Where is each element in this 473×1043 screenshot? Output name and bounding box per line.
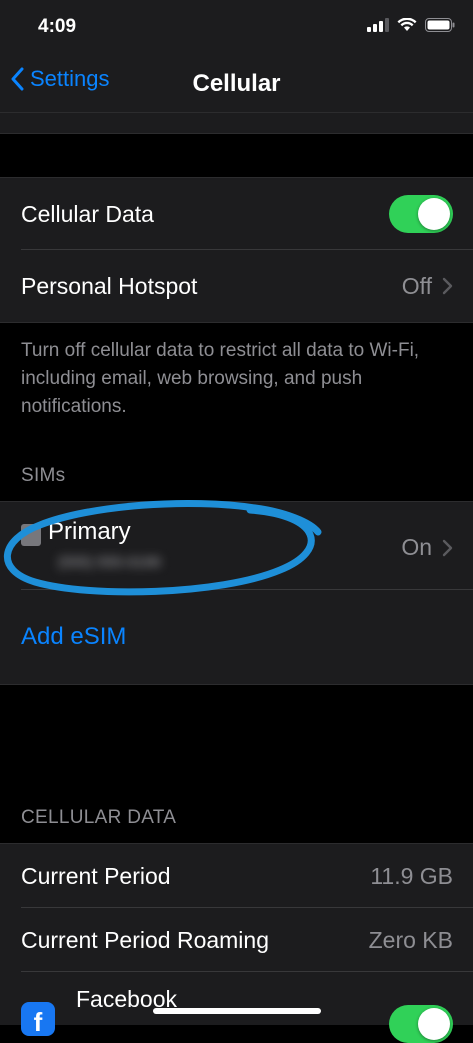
chevron-right-icon — [442, 277, 453, 295]
primary-sim-status: On — [401, 534, 453, 561]
add-esim-row[interactable]: Add eSIM — [0, 590, 473, 684]
chevron-right-icon — [442, 539, 453, 556]
toggle-knob — [418, 198, 450, 230]
page-title: Cellular — [192, 70, 281, 97]
primary-sim-label: Primary — [48, 518, 131, 545]
battery-icon — [425, 18, 455, 32]
top-strip — [0, 113, 473, 134]
current-period-row: Current Period 11.9 GB — [0, 844, 473, 908]
cellular-data-group: Cellular Data Personal Hotspot Off — [0, 177, 473, 323]
cellular-data-toggle[interactable] — [389, 195, 453, 233]
sims-section-header: SIMs — [21, 465, 66, 486]
status-bar: 4:09 — [0, 0, 473, 56]
cellular-data-footer: Turn off cellular data to restrict all d… — [21, 340, 420, 417]
cellular-data-row: Cellular Data — [0, 178, 473, 250]
cellular-usage-group: Current Period 11.9 GB Current Period Ro… — [0, 843, 473, 1043]
facebook-row: f Facebook — [0, 972, 473, 1043]
current-period-roaming-value: Zero KB — [368, 926, 453, 953]
home-indicator — [153, 1008, 321, 1014]
wifi-icon — [397, 18, 417, 31]
status-icons — [367, 18, 455, 32]
primary-sim-status-value: On — [401, 534, 432, 560]
navigation-bar: Settings Cellular — [0, 56, 473, 113]
primary-sim-number: (555) 555-0199 — [58, 554, 161, 571]
toggle-knob — [418, 1008, 450, 1040]
add-esim-button[interactable]: Add eSIM — [21, 623, 126, 651]
personal-hotspot-value: Off — [401, 272, 432, 299]
cellular-data-section-header: CELLULAR DATA — [21, 807, 177, 828]
cellular-data-label: Cellular Data — [21, 200, 154, 227]
current-period-roaming-row: Current Period Roaming Zero KB — [0, 908, 473, 972]
current-period-label: Current Period — [21, 862, 171, 889]
current-period-roaming-label: Current Period Roaming — [21, 926, 270, 953]
cellular-signal-icon — [367, 18, 389, 32]
current-period-value: 11.9 GB — [370, 862, 453, 889]
sims-group: Primary (555) 555-0199 On Add eSIM — [0, 501, 473, 685]
primary-sim-row[interactable]: Primary (555) 555-0199 On — [0, 502, 473, 590]
sim-icon — [21, 524, 41, 546]
facebook-toggle[interactable] — [389, 1005, 453, 1043]
personal-hotspot-row[interactable]: Personal Hotspot Off — [0, 250, 473, 322]
status-time: 4:09 — [38, 16, 77, 37]
personal-hotspot-label: Personal Hotspot — [21, 272, 198, 299]
facebook-app-icon: f — [21, 1002, 55, 1036]
